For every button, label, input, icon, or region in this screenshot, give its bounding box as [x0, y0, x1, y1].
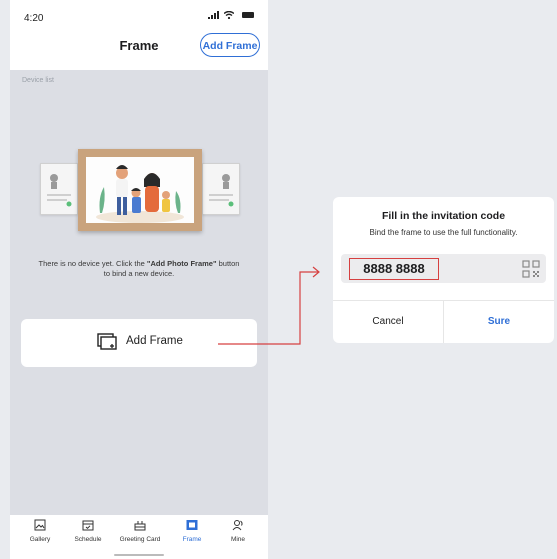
invitation-code-field[interactable]: 8888 8888	[341, 254, 546, 283]
sure-button[interactable]: Sure	[444, 301, 554, 343]
invitation-code-dialog: Fill in the invitation code Bind the fra…	[333, 197, 554, 343]
invitation-code-value[interactable]: 8888 8888	[349, 258, 439, 280]
dialog-subtitle: Bind the frame to use the full functiona…	[369, 228, 518, 237]
cancel-button[interactable]: Cancel	[333, 301, 443, 343]
dialog-title: Fill in the invitation code	[381, 210, 506, 222]
qr-scan-icon[interactable]	[522, 260, 540, 278]
